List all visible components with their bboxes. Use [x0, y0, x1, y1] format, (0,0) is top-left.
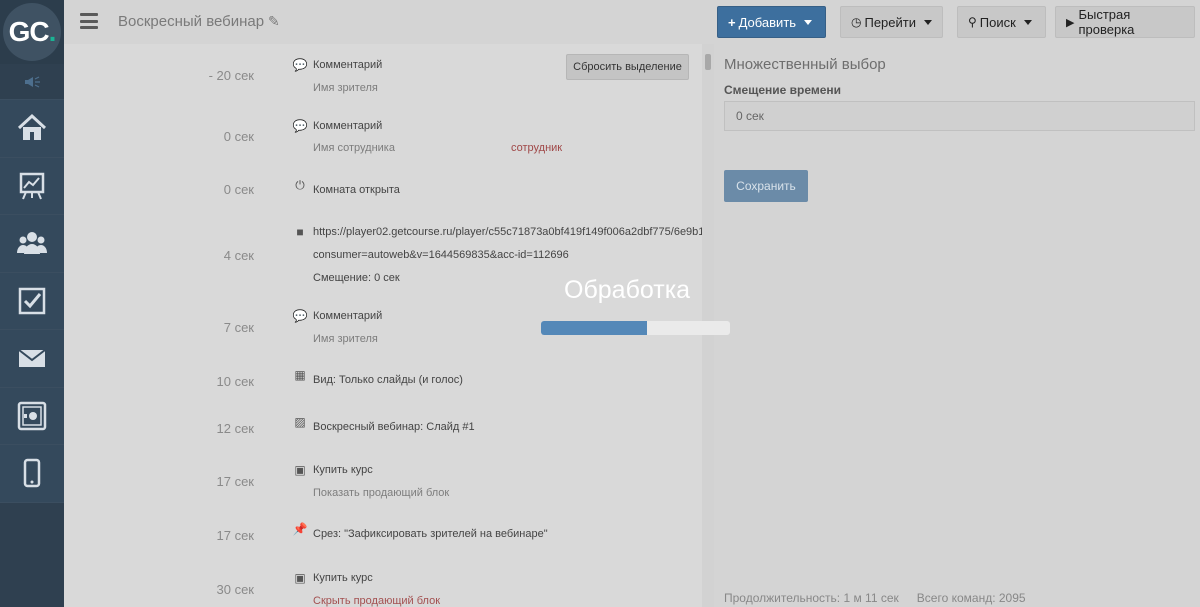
multi-select-panel: Множественный выбор Смещение времени 0 с… — [714, 44, 1200, 607]
pin-icon: 📌 — [292, 522, 308, 536]
logo-mark: GC. — [3, 3, 61, 61]
mail-icon — [18, 349, 46, 368]
quick-check-button[interactable]: ▶ Быстрая проверка — [1055, 6, 1195, 38]
plus-icon: + — [728, 14, 736, 30]
sidebar-item-analytics[interactable] — [0, 157, 64, 215]
sidebar-item-mobile[interactable] — [0, 445, 64, 503]
power-icon: ⏻ — [295, 178, 305, 192]
processing-label: Обработка — [564, 276, 691, 304]
sidebar-item-home[interactable] — [0, 100, 64, 158]
menu-toggle-icon[interactable] — [80, 13, 98, 29]
money-icon: ▣ — [294, 463, 306, 477]
offset-label: Смещение времени — [724, 83, 842, 97]
comment-icon: 💬 — [292, 309, 308, 323]
save-button[interactable]: Сохранить — [724, 170, 808, 202]
comment-icon: 💬 — [292, 58, 308, 72]
staff-tag: сотрудник — [511, 142, 563, 154]
chevron-down-icon — [804, 19, 813, 25]
edit-pencil-icon[interactable]: ✎ — [268, 13, 280, 30]
scrollbar-thumb[interactable] — [705, 54, 711, 70]
add-button[interactable]: + Добавить — [717, 6, 826, 38]
progress-bar — [541, 321, 730, 335]
chevron-down-icon — [924, 19, 932, 25]
total-commands-text: Всего команд: 2095 — [916, 591, 1026, 605]
video-icon: ■ — [296, 225, 304, 239]
grid-icon: ▦ — [294, 368, 306, 382]
sidebar-item-sales[interactable] — [0, 387, 64, 445]
goto-button[interactable]: ◷ Перейти — [840, 6, 943, 38]
sidebar: GC. — [0, 0, 64, 607]
speaker-toggle[interactable] — [0, 64, 64, 100]
users-icon — [17, 232, 47, 255]
sidebar-item-messages[interactable] — [0, 330, 64, 388]
search-icon: ⚲ — [968, 15, 977, 29]
progress-fill — [541, 321, 647, 335]
logo[interactable]: GC. — [0, 0, 64, 64]
stats-footer: Продолжительность: 1 м 11 сек Всего коман… — [724, 591, 1026, 605]
top-bar: Воскресный вебинар ✎ + Добавить ◷ Перейт… — [64, 0, 1200, 44]
offset-input[interactable]: 0 сек — [724, 101, 1195, 131]
play-icon: ▶ — [1066, 16, 1075, 29]
sidebar-item-users[interactable] — [0, 215, 64, 273]
image-icon: ▨ — [294, 415, 306, 429]
phone-icon — [23, 459, 41, 488]
comment-icon: 💬 — [292, 119, 308, 133]
clock-icon: ◷ — [851, 15, 862, 29]
money-icon: ▣ — [294, 571, 306, 585]
chevron-down-icon — [1023, 19, 1032, 25]
chart-icon — [19, 172, 45, 200]
safe-icon — [17, 401, 47, 430]
duration-text: Продолжительность: 1 м 11 сек — [724, 591, 899, 605]
home-icon — [17, 114, 47, 141]
page-title: Воскресный вебинар — [118, 13, 265, 30]
reset-selection-button[interactable]: Сбросить выделение — [566, 54, 689, 80]
speaker-icon — [25, 75, 40, 88]
panel-title: Множественный выбор — [724, 56, 886, 73]
checkbox-icon — [18, 287, 46, 314]
sidebar-item-tasks[interactable] — [0, 272, 64, 330]
search-button[interactable]: ⚲ Поиск — [957, 6, 1046, 38]
